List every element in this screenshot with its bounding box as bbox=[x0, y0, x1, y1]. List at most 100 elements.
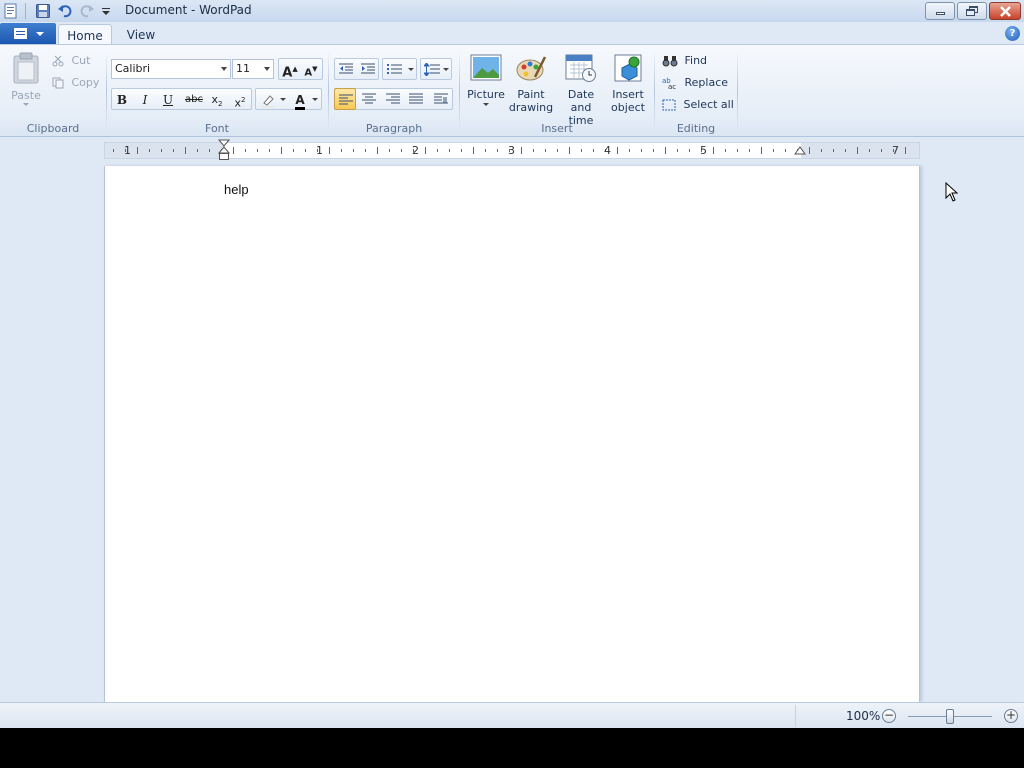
superscript-icon[interactable]: x2 bbox=[229, 89, 251, 111]
subscript-icon[interactable]: x2 bbox=[206, 89, 228, 111]
group-separator bbox=[106, 51, 107, 131]
ruler-tick bbox=[161, 149, 162, 152]
ruler-tick bbox=[281, 147, 282, 154]
decrease-indent-icon[interactable] bbox=[335, 58, 357, 80]
bullet-list-icon bbox=[387, 64, 402, 74]
customize-quick-access-icon[interactable] bbox=[98, 3, 114, 19]
tab-view[interactable]: View bbox=[114, 24, 168, 45]
tab-home[interactable]: Home bbox=[58, 24, 112, 45]
ruler-tick bbox=[197, 149, 198, 152]
ruler-number: 2 bbox=[412, 144, 419, 157]
ruler-tick bbox=[425, 147, 426, 154]
wordpad-window: Document - WordPad Home View ? Paste Cut… bbox=[0, 0, 1024, 728]
ruler-tick bbox=[437, 149, 438, 152]
justify-icon[interactable] bbox=[405, 88, 427, 110]
chevron-down-icon[interactable] bbox=[312, 98, 318, 101]
redo-icon[interactable] bbox=[79, 3, 95, 19]
highlight-color-icon[interactable] bbox=[257, 89, 279, 111]
ruler-tick bbox=[869, 149, 870, 152]
ruler-tick bbox=[449, 149, 450, 152]
grow-font-icon[interactable]: A▲ bbox=[279, 58, 301, 80]
shrink-font-icon[interactable]: A▼ bbox=[300, 58, 322, 80]
chevron-down-icon[interactable] bbox=[280, 98, 286, 101]
document-page[interactable]: help bbox=[104, 166, 920, 702]
binoculars-icon bbox=[662, 56, 678, 67]
ruler[interactable]: 1 1 2 3 4 5 7 bbox=[104, 139, 920, 161]
ruler-tick bbox=[845, 149, 846, 152]
copy-icon bbox=[52, 77, 64, 89]
ruler-tick bbox=[689, 149, 690, 152]
group-separator bbox=[737, 51, 738, 131]
copy-button[interactable]: Copy bbox=[52, 73, 104, 93]
select-all-button[interactable]: Select all bbox=[662, 95, 734, 115]
replace-button[interactable]: ab ac Replace bbox=[662, 73, 732, 93]
paragraph-dialog-icon[interactable] bbox=[430, 88, 452, 110]
close-icon bbox=[1000, 6, 1011, 17]
ruler-tick bbox=[521, 147, 522, 154]
ruler-tick bbox=[365, 149, 366, 152]
ruler-number: 3 bbox=[508, 144, 515, 157]
chevron-down-icon bbox=[483, 103, 489, 106]
right-indent-marker-icon[interactable] bbox=[794, 145, 806, 155]
status-separator bbox=[795, 705, 796, 727]
save-icon[interactable] bbox=[35, 3, 51, 19]
object-label-line1: Insert bbox=[612, 88, 644, 101]
date-and-time-button[interactable]: Date and time bbox=[556, 53, 606, 127]
wordpad-app-icon[interactable] bbox=[3, 3, 19, 19]
insert-picture-button[interactable]: Picture bbox=[464, 53, 508, 115]
align-right-icon[interactable] bbox=[382, 88, 404, 110]
paint-label-line2: drawing bbox=[508, 101, 554, 114]
ruler-tick bbox=[209, 149, 210, 152]
minimize-button[interactable] bbox=[925, 2, 955, 20]
strikethrough-icon[interactable]: abc bbox=[181, 89, 207, 111]
file-menu-button[interactable] bbox=[0, 23, 56, 44]
cut-button[interactable]: Cut bbox=[52, 51, 104, 71]
select-all-icon bbox=[662, 99, 676, 111]
ruler-tick bbox=[497, 149, 498, 152]
ruler-tick bbox=[341, 149, 342, 152]
zoom-in-button[interactable]: + bbox=[1004, 709, 1018, 723]
font-size-combobox[interactable]: 11 bbox=[232, 59, 274, 79]
indent-marker-icon[interactable] bbox=[218, 139, 230, 161]
paint-palette-icon bbox=[516, 56, 547, 81]
line-spacing-button[interactable] bbox=[420, 58, 452, 80]
line-spacing-icon bbox=[424, 63, 440, 76]
close-button[interactable] bbox=[989, 2, 1021, 20]
ruler-tick bbox=[785, 149, 786, 152]
chevron-down-icon bbox=[36, 32, 44, 36]
ruler-tick bbox=[641, 149, 642, 152]
underline-icon[interactable]: U bbox=[157, 89, 179, 111]
group-separator bbox=[459, 51, 460, 131]
italic-icon[interactable]: I bbox=[134, 89, 156, 111]
find-button[interactable]: Find bbox=[662, 51, 722, 71]
align-center-icon[interactable] bbox=[358, 88, 380, 110]
paste-button[interactable]: Paste bbox=[6, 51, 46, 113]
bullets-button[interactable] bbox=[382, 58, 417, 80]
ruler-tick bbox=[593, 149, 594, 152]
ruler-tick bbox=[617, 147, 618, 154]
document-text[interactable]: help bbox=[224, 182, 249, 197]
increase-indent-icon[interactable] bbox=[357, 58, 379, 80]
ruler-tick bbox=[737, 149, 738, 152]
clipboard-group-label: Clipboard bbox=[26, 122, 80, 135]
undo-icon[interactable] bbox=[57, 3, 73, 19]
restore-button[interactable] bbox=[957, 2, 987, 20]
ruler-tick bbox=[377, 147, 378, 154]
status-bar: 100% − + bbox=[0, 702, 1024, 728]
picture-icon bbox=[470, 54, 502, 81]
font-family-combobox[interactable]: Calibri bbox=[111, 59, 231, 79]
paint-drawing-button[interactable]: Paint drawing bbox=[508, 53, 554, 115]
replace-icon: ab ac bbox=[662, 77, 676, 91]
ruler-tick bbox=[473, 147, 474, 154]
text-color-icon[interactable]: A bbox=[289, 89, 311, 111]
align-left-icon[interactable] bbox=[334, 88, 356, 110]
document-area: help bbox=[0, 166, 1024, 702]
ruler-tick bbox=[137, 147, 138, 154]
bold-icon[interactable]: B bbox=[111, 89, 133, 111]
zoom-out-button[interactable]: − bbox=[882, 709, 896, 723]
ruler-tick bbox=[305, 149, 306, 152]
zoom-slider-thumb[interactable] bbox=[946, 709, 954, 724]
insert-object-button[interactable]: Insert object bbox=[607, 53, 649, 115]
ruler-tick bbox=[269, 149, 270, 152]
help-icon[interactable]: ? bbox=[1005, 26, 1020, 41]
